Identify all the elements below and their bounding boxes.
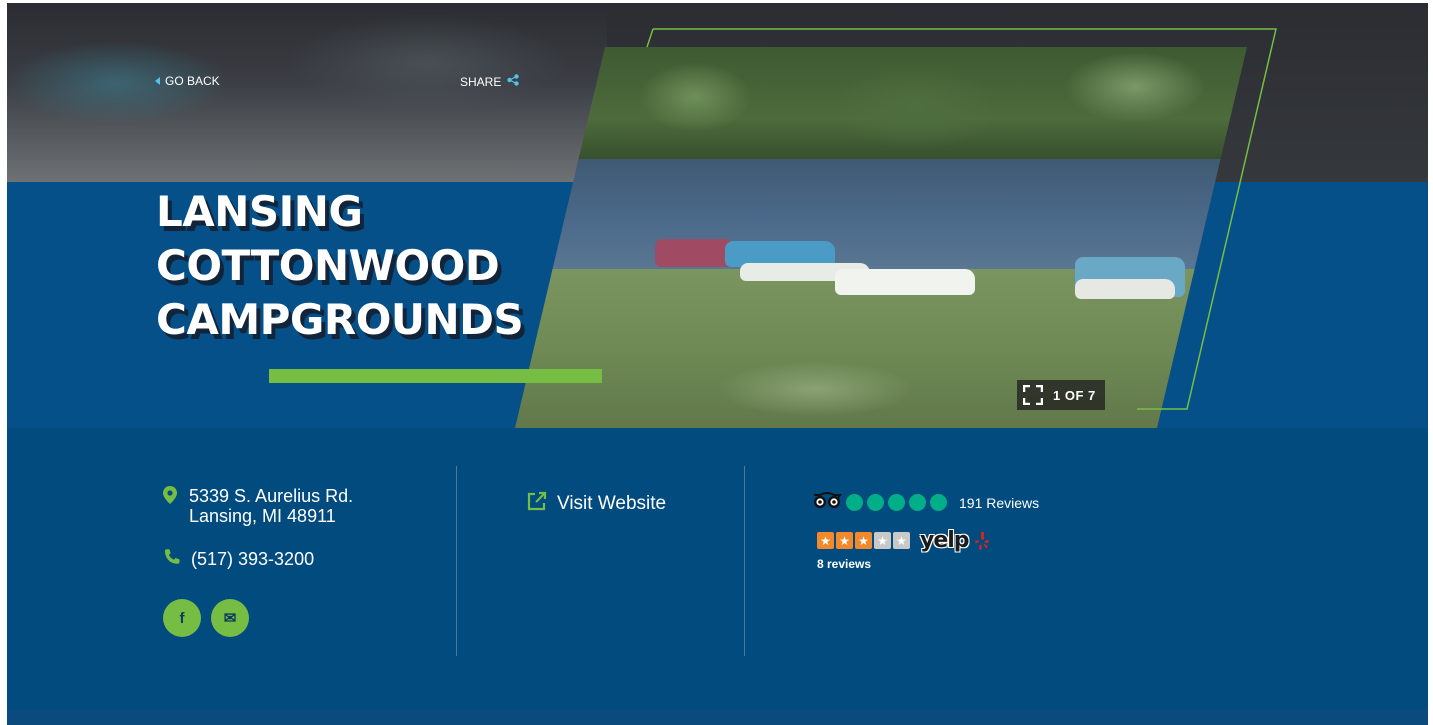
star-icon: ★ xyxy=(836,532,853,549)
rating-dot xyxy=(909,494,926,511)
yelp-review-count: 8 reviews xyxy=(817,557,872,571)
facebook-button[interactable]: f xyxy=(163,599,201,637)
tripadvisor-rating[interactable]: 191 Reviews xyxy=(812,491,1039,514)
facebook-icon: f xyxy=(179,609,185,627)
column-divider xyxy=(744,466,745,656)
tripadvisor-review-count: 191 Reviews xyxy=(959,494,1040,511)
email-button[interactable]: ✉ xyxy=(211,599,249,637)
info-section: 5339 S. Aurelius Rd. Lansing, MI 48911 (… xyxy=(7,428,1428,710)
go-back-link[interactable]: GO BACK xyxy=(155,74,220,88)
visit-website-label: Visit Website xyxy=(557,493,667,514)
gallery-counter: 1 OF 7 xyxy=(1053,387,1096,403)
phone-link[interactable]: (517) 393-3200 xyxy=(163,548,314,571)
tripadvisor-owl-icon xyxy=(812,491,842,514)
map-pin-icon xyxy=(163,486,177,526)
column-divider xyxy=(456,466,457,656)
rating-dot xyxy=(867,494,884,511)
star-icon: ★ xyxy=(893,532,910,549)
footer-strip xyxy=(7,710,1428,725)
go-back-label: GO BACK xyxy=(165,74,220,88)
envelope-icon: ✉ xyxy=(223,610,237,627)
yelp-burst-icon xyxy=(975,532,990,550)
rating-dot xyxy=(930,494,947,511)
page-title: LANSING COTTONWOOD CAMPGROUNDS xyxy=(156,185,576,347)
phone-icon xyxy=(163,548,181,571)
page-frame: GO BACK SHARE LANSING COTTONWOOD CAMPGRO… xyxy=(7,3,1428,725)
share-button[interactable]: SHARE xyxy=(460,74,520,89)
yelp-logo: yelp xyxy=(920,528,990,553)
external-link-icon xyxy=(527,491,547,517)
star-icon: ★ xyxy=(817,532,834,549)
star-icon: ★ xyxy=(874,532,891,549)
star-icon: ★ xyxy=(855,532,872,549)
rating-dot xyxy=(846,494,863,511)
visit-website-link[interactable]: Visit Website xyxy=(527,491,666,517)
address-block: 5339 S. Aurelius Rd. Lansing, MI 48911 xyxy=(163,486,353,526)
address-line1: 5339 S. Aurelius Rd. xyxy=(189,486,354,506)
chevron-left-icon xyxy=(155,74,161,88)
yelp-rating[interactable]: ★ ★ ★ ★ ★ yelp 8 reviews xyxy=(817,528,990,571)
hero-section: GO BACK SHARE LANSING COTTONWOOD CAMPGRO… xyxy=(7,3,1428,428)
share-label: SHARE xyxy=(460,74,502,89)
expand-icon xyxy=(1022,384,1044,406)
address-line2: Lansing, MI 48911 xyxy=(189,506,336,526)
share-icon xyxy=(507,74,520,89)
gallery-fullscreen-button[interactable]: 1 OF 7 xyxy=(1017,380,1105,410)
rating-dot xyxy=(888,494,905,511)
title-line: CAMPGROUNDS xyxy=(156,295,524,344)
social-links: f ✉ xyxy=(163,599,249,637)
phone-number: (517) 393-3200 xyxy=(191,549,315,569)
title-line: COTTONWOOD xyxy=(156,241,500,290)
title-line: LANSING xyxy=(156,187,363,236)
title-underline-accent xyxy=(269,369,602,383)
